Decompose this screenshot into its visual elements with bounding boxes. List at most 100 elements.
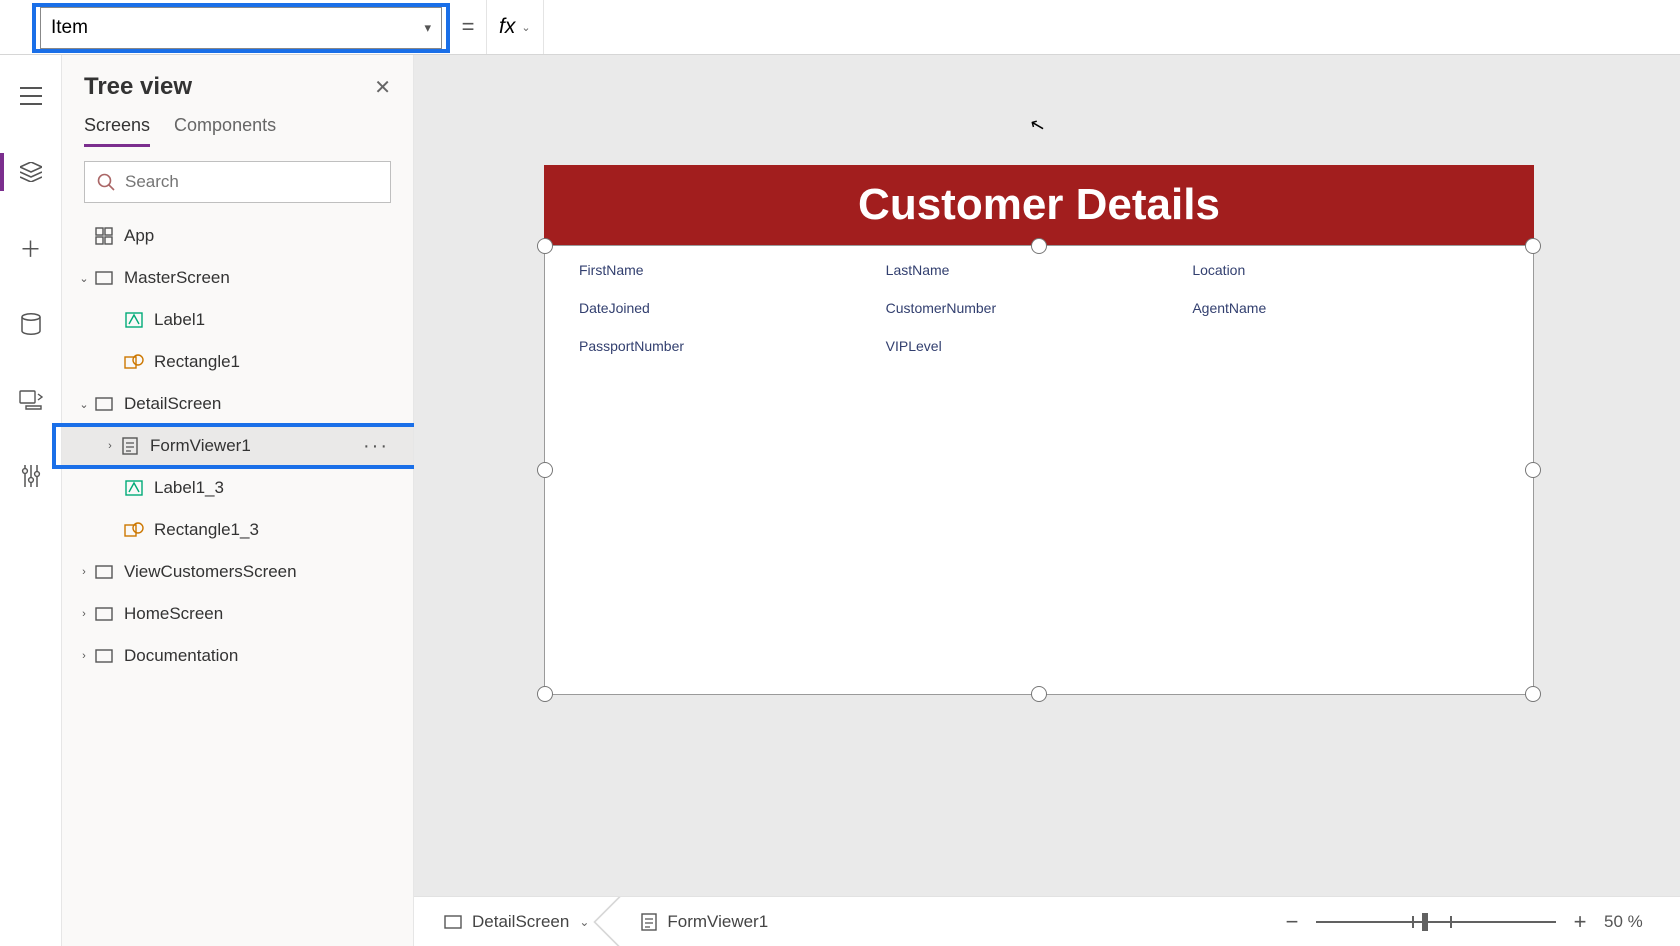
tree-item-label: FormViewer1: [150, 436, 251, 456]
tree-item-label: Documentation: [124, 646, 238, 666]
selection-handle[interactable]: [1525, 686, 1541, 702]
zoom-slider[interactable]: [1316, 921, 1556, 923]
tree-item-masterscreen[interactable]: ⌄ MasterScreen: [62, 257, 413, 299]
tree-item-formviewer1[interactable]: › FormViewer1 ···: [62, 425, 413, 467]
property-selector-input[interactable]: [51, 17, 424, 39]
chevron-right-icon[interactable]: ›: [74, 650, 94, 662]
rail-insert[interactable]: ＋: [0, 225, 62, 271]
tree-search-input[interactable]: [125, 172, 378, 192]
field-location: Location: [1192, 262, 1499, 278]
rail-settings[interactable]: [0, 453, 62, 499]
tree-view-title: Tree view: [84, 73, 192, 101]
form-icon: [641, 913, 657, 931]
shape-icon: [124, 352, 144, 372]
page-header: Customer Details: [544, 165, 1534, 245]
formula-input[interactable]: [544, 0, 1680, 54]
property-selector[interactable]: ▾: [40, 7, 442, 49]
tree-item-label1-3[interactable]: Label1_3: [62, 467, 413, 509]
tree-item-label: HomeScreen: [124, 604, 223, 624]
selection-handle[interactable]: [1031, 238, 1047, 254]
label-icon: [124, 310, 144, 330]
screen-icon: [444, 915, 462, 929]
hamburger-icon: [20, 87, 42, 105]
field-lastname: LastName: [886, 262, 1193, 278]
equals-label: =: [450, 14, 486, 40]
fx-icon: fx: [499, 15, 515, 39]
tree-view-panel: Tree view ✕ Screens Components: [62, 55, 414, 946]
tab-components[interactable]: Components: [174, 115, 276, 147]
shape-icon: [124, 520, 144, 540]
chevron-down-icon: ▾: [424, 20, 431, 36]
tree-item-label1[interactable]: Label1: [62, 299, 413, 341]
zoom-control: − + 50 %: [1282, 909, 1656, 935]
layers-icon: [20, 162, 42, 182]
media-icon: [19, 390, 43, 410]
rail-media[interactable]: [0, 377, 62, 423]
chevron-down-icon[interactable]: ⌄: [74, 272, 94, 285]
chevron-right-icon[interactable]: ›: [74, 608, 94, 620]
chevron-down-icon[interactable]: ⌄: [74, 398, 94, 411]
tree-item-viewcustomers[interactable]: › ViewCustomersScreen: [62, 551, 413, 593]
screen-icon: [94, 604, 114, 624]
tree-item-rectangle1-3[interactable]: Rectangle1_3: [62, 509, 413, 551]
label-icon: [124, 478, 144, 498]
fx-button[interactable]: fx ⌄: [486, 0, 544, 54]
breadcrumb-label: DetailScreen: [472, 912, 569, 932]
form-viewer[interactable]: FirstName LastName Location DateJoined C…: [544, 245, 1534, 695]
tree-item-label: ViewCustomersScreen: [124, 562, 297, 582]
tree-item-label: DetailScreen: [124, 394, 221, 414]
formula-bar-row: ▾ = fx ⌄: [0, 0, 1680, 55]
tree-item-homescreen[interactable]: › HomeScreen: [62, 593, 413, 635]
database-icon: [21, 313, 41, 335]
selection-handle[interactable]: [537, 686, 553, 702]
field-firstname: FirstName: [579, 262, 886, 278]
cursor-icon: ↖: [1028, 113, 1048, 137]
field-customernumber: CustomerNumber: [886, 300, 1193, 316]
breadcrumb-screen[interactable]: DetailScreen ⌄: [438, 897, 607, 946]
canvas[interactable]: ↖ Customer Details FirstName LastName Lo: [414, 55, 1680, 946]
zoom-out-button[interactable]: −: [1282, 909, 1302, 935]
screen-icon: [94, 646, 114, 666]
tree-item-label: App: [124, 226, 154, 246]
screen-icon: [94, 394, 114, 414]
zoom-in-button[interactable]: +: [1570, 909, 1590, 935]
rail-tree-view[interactable]: [0, 149, 62, 195]
field-datejoined: DateJoined: [579, 300, 886, 316]
selection-handle[interactable]: [1525, 462, 1541, 478]
close-icon[interactable]: ✕: [374, 75, 391, 100]
zoom-pct: %: [1628, 912, 1643, 931]
breadcrumb-control[interactable]: FormViewer1: [635, 897, 786, 946]
selection-handle[interactable]: [537, 462, 553, 478]
rail-data[interactable]: [0, 301, 62, 347]
zoom-thumb[interactable]: [1422, 913, 1428, 931]
tree-item-label: Rectangle1: [154, 352, 240, 372]
chevron-right-icon[interactable]: ›: [100, 440, 120, 452]
tab-screens[interactable]: Screens: [84, 115, 150, 147]
left-rail: ＋: [0, 55, 62, 946]
breadcrumb-label: FormViewer1: [667, 912, 768, 932]
sliders-icon: [21, 465, 41, 487]
zoom-value: 50: [1604, 912, 1623, 931]
selection-handle[interactable]: [1525, 238, 1541, 254]
plus-icon: ＋: [19, 232, 41, 264]
tree-tabs: Screens Components: [62, 115, 413, 147]
screen-icon: [94, 562, 114, 582]
rail-hamburger[interactable]: [0, 73, 62, 119]
tree-item-detailscreen[interactable]: ⌄ DetailScreen: [62, 383, 413, 425]
tree-item-app[interactable]: App: [62, 215, 413, 257]
chevron-right-icon[interactable]: ›: [74, 566, 94, 578]
screen-icon: [94, 268, 114, 288]
selection-handle[interactable]: [1031, 686, 1047, 702]
property-selector-highlight: ▾: [32, 3, 450, 53]
chevron-down-icon[interactable]: ⌄: [579, 915, 589, 929]
app-icon: [94, 226, 114, 246]
selection-handle[interactable]: [537, 238, 553, 254]
tree-item-rectangle1[interactable]: Rectangle1: [62, 341, 413, 383]
breadcrumb-bar: DetailScreen ⌄ FormViewer1 − + 50 %: [414, 896, 1680, 946]
more-icon[interactable]: ···: [363, 435, 389, 458]
tree-search[interactable]: [84, 161, 391, 203]
tree-item-documentation[interactable]: › Documentation: [62, 635, 413, 677]
tree-item-label: Label1: [154, 310, 205, 330]
tree-item-label: MasterScreen: [124, 268, 230, 288]
field-passportnumber: PassportNumber: [579, 338, 886, 354]
